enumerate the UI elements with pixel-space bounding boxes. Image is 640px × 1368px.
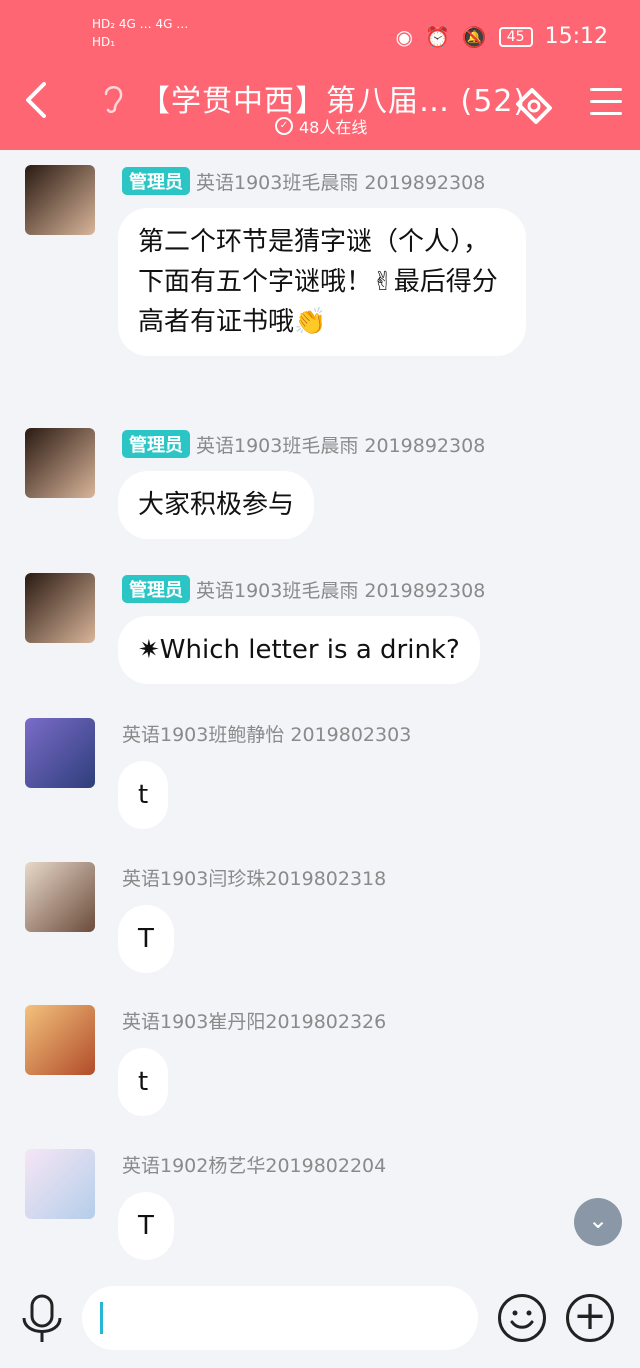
- tag-icon[interactable]: [512, 84, 552, 124]
- back-button[interactable]: [20, 80, 60, 126]
- message-item: 管理员 英语1903班毛晨雨 2019892308 第二个环节是猜字谜（个人），…: [0, 165, 640, 395]
- online-label: 48人在线: [299, 118, 368, 137]
- add-attachment-button[interactable]: +: [566, 1294, 614, 1342]
- message-meta: 英语1903闫珍珠2019802318: [122, 864, 386, 891]
- message-item: 英语1903闫珍珠2019802318 T: [0, 862, 640, 974]
- avatar[interactable]: [25, 165, 95, 235]
- emoji-icon[interactable]: [498, 1294, 546, 1342]
- message-item: 管理员 英语1903班毛晨雨 2019892308 ✷Which letter …: [0, 573, 640, 685]
- message-bubble[interactable]: T: [118, 905, 174, 973]
- message-bubble[interactable]: T: [118, 1192, 174, 1260]
- mute-icon: 🔕: [461, 24, 487, 49]
- message-meta: 英语1903班鲍静怡 2019802303: [122, 720, 411, 747]
- message-item: 英语1903崔丹阳2019802326 t: [0, 1005, 640, 1117]
- check-icon: ✓: [275, 117, 293, 135]
- message-meta: 管理员 英语1903班毛晨雨 2019892308: [122, 167, 485, 195]
- avatar[interactable]: [25, 718, 95, 788]
- message-bubble[interactable]: 大家积极参与: [118, 471, 315, 539]
- message-bubble[interactable]: ✷Which letter is a drink?: [118, 616, 480, 684]
- avatar[interactable]: [25, 862, 95, 932]
- sender-name: 英语1903班鲍静怡 2019802303: [122, 724, 412, 746]
- microphone-icon[interactable]: [20, 1294, 64, 1346]
- avatar[interactable]: [25, 1149, 95, 1219]
- status-right: ◉ ⏰ 🔕 45 15:12: [396, 24, 609, 49]
- menu-icon[interactable]: [590, 88, 622, 124]
- sender-name: 英语1903闫珍珠2019802318: [122, 868, 387, 890]
- sender-name: 英语1903崔丹阳2019802326: [122, 1011, 387, 1033]
- message-bubble[interactable]: t: [118, 761, 169, 829]
- signal-indicators: HD₂ 4G … 4G … HD₁: [92, 18, 188, 48]
- sender-name: 英语1902杨艺华2019802204: [122, 1155, 387, 1177]
- alarm-icon: ⏰: [424, 24, 450, 49]
- message-bubble[interactable]: t: [118, 1048, 169, 1116]
- eye-icon: ◉: [395, 24, 413, 49]
- message-meta: 英语1903崔丹阳2019802326: [122, 1007, 386, 1034]
- sender-name: 英语1903班毛晨雨 2019892308: [196, 579, 486, 602]
- ear-icon[interactable]: [100, 82, 126, 121]
- status-bar: HD₂ 4G … 4G … HD₁ ◉ ⏰ 🔕 45 15:12: [0, 18, 640, 58]
- chevron-down-icon: ⌄: [587, 1206, 609, 1234]
- avatar[interactable]: [25, 428, 95, 498]
- message-item: 英语1902杨艺华2019802204 T: [0, 1149, 640, 1261]
- message-meta: 管理员 英语1903班毛晨雨 2019892308: [122, 575, 485, 603]
- input-bar: +: [0, 1270, 640, 1368]
- message-item: 英语1903班鲍静怡 2019802303 t: [0, 718, 640, 830]
- clock: 15:12: [544, 24, 608, 49]
- battery-level: 45: [498, 26, 533, 47]
- text-cursor: [100, 1302, 103, 1334]
- avatar[interactable]: [25, 573, 95, 643]
- message-input[interactable]: [82, 1286, 478, 1350]
- admin-badge: 管理员: [122, 575, 190, 603]
- message-meta: 英语1902杨艺华2019802204: [122, 1151, 386, 1178]
- sender-name: 英语1903班毛晨雨 2019892308: [196, 171, 486, 194]
- scroll-to-bottom-button[interactable]: ⌄: [574, 1198, 622, 1246]
- online-count: ✓ 48人在线: [275, 114, 367, 138]
- sender-name: 英语1903班毛晨雨 2019892308: [196, 434, 486, 457]
- chat-header: HD₂ 4G … 4G … HD₁ ◉ ⏰ 🔕 45 15:12 【学贯中西】第…: [0, 0, 640, 150]
- signal-line-2: HD₁: [92, 35, 116, 49]
- avatar[interactable]: [25, 1005, 95, 1075]
- signal-line-1: HD₂ 4G … 4G …: [92, 17, 189, 31]
- message-bubble[interactable]: 第二个环节是猜字谜（个人），下面有五个字谜哦！✌最后得分高者有证书哦👏: [118, 208, 526, 356]
- admin-badge: 管理员: [122, 430, 190, 458]
- message-item: 管理员 英语1903班毛晨雨 2019892308 大家积极参与: [0, 428, 640, 540]
- message-meta: 管理员 英语1903班毛晨雨 2019892308: [122, 430, 485, 458]
- admin-badge: 管理员: [122, 167, 190, 195]
